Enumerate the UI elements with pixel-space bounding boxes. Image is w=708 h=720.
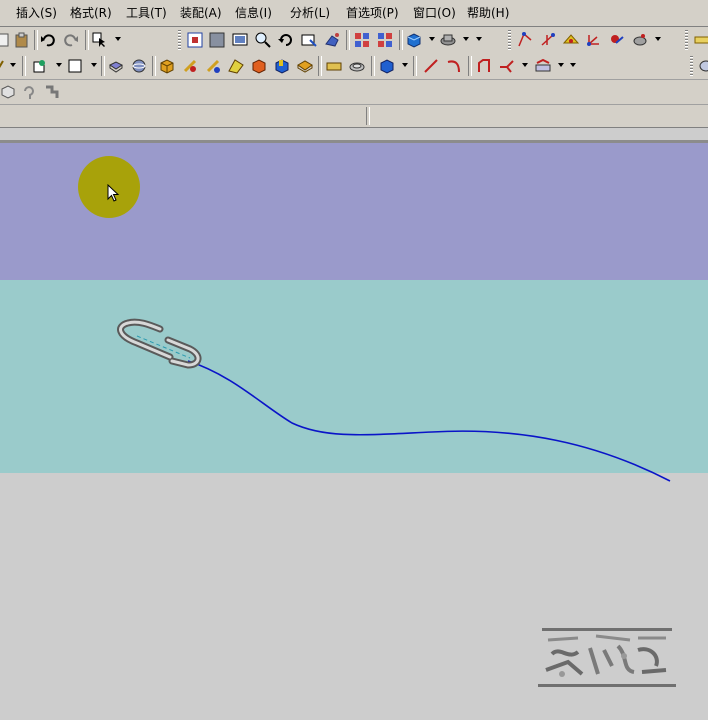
menu-format[interactable]: 格式(R) xyxy=(70,4,112,22)
layer-visibility-icon[interactable] xyxy=(352,30,372,50)
chevron-down-icon[interactable] xyxy=(91,63,97,67)
toolbar-separator xyxy=(371,56,375,76)
chevron-down-icon[interactable] xyxy=(429,37,435,41)
undo-icon[interactable] xyxy=(38,30,58,50)
reposition-icon[interactable] xyxy=(42,82,62,102)
extrude-icon[interactable] xyxy=(106,56,126,76)
graphics-viewport[interactable] xyxy=(0,140,708,720)
menu-preferences[interactable]: 首选项(P) xyxy=(346,4,399,22)
blend-icon[interactable] xyxy=(377,56,397,76)
chevron-down-icon[interactable] xyxy=(10,63,16,67)
render-style-icon[interactable] xyxy=(438,30,458,50)
refresh-icon[interactable] xyxy=(322,30,342,50)
redo-icon[interactable] xyxy=(61,30,81,50)
mouse-pointer-icon xyxy=(107,184,120,202)
show-hide-icon[interactable] xyxy=(375,30,395,50)
chevron-down-icon[interactable] xyxy=(558,63,564,67)
line-icon[interactable] xyxy=(421,56,441,76)
revolve-icon[interactable] xyxy=(129,56,149,76)
watermark-logo xyxy=(538,628,676,687)
shaded-cube-icon[interactable] xyxy=(404,30,424,50)
vector-constructor-icon[interactable] xyxy=(538,30,558,50)
menu-bar: 插入(S) 格式(R) 工具(T) 装配(A) 信息(I) 分析(L) 首选项(… xyxy=(0,0,708,27)
view-frame-icon[interactable] xyxy=(230,30,250,50)
standard-toolbar xyxy=(0,27,708,54)
chevron-down-icon[interactable] xyxy=(402,63,408,67)
toolbar-separator xyxy=(468,56,472,76)
measure-icon[interactable] xyxy=(692,30,708,50)
toolbar-separator xyxy=(101,56,105,76)
paste-icon[interactable] xyxy=(12,30,32,50)
toolbar-separator xyxy=(85,30,89,50)
pad-icon[interactable] xyxy=(324,56,344,76)
sphere-icon[interactable] xyxy=(226,56,246,76)
sketch-icon[interactable] xyxy=(30,56,50,76)
cue-divider xyxy=(366,107,370,125)
constraint-icon[interactable] xyxy=(20,82,40,102)
guide-curve[interactable] xyxy=(187,360,671,482)
toolbar-grip xyxy=(178,30,181,50)
pan-icon[interactable] xyxy=(299,30,319,50)
surface-icon[interactable] xyxy=(696,56,708,76)
csys-icon[interactable] xyxy=(584,30,604,50)
object-display-icon[interactable] xyxy=(607,30,627,50)
toolbar-separator xyxy=(22,56,26,76)
chevron-down-icon[interactable] xyxy=(570,63,576,67)
point-constructor-icon[interactable] xyxy=(515,30,535,50)
boss-icon[interactable] xyxy=(272,56,292,76)
fit-view-icon[interactable] xyxy=(185,30,205,50)
chevron-down-icon[interactable] xyxy=(522,63,528,67)
chevron-down-icon[interactable] xyxy=(476,37,482,41)
selection-filter-icon[interactable] xyxy=(90,30,110,50)
toolbar-separator xyxy=(399,30,403,50)
cone-icon[interactable] xyxy=(203,56,223,76)
feature-toolbar xyxy=(0,53,708,80)
toolbar-grip xyxy=(685,30,688,50)
menu-help[interactable]: 帮助(H) xyxy=(467,4,509,22)
chevron-down-icon[interactable] xyxy=(56,63,62,67)
toolbar-grip xyxy=(690,56,693,76)
toolbar-grip xyxy=(508,30,511,50)
menu-assemblies[interactable]: 装配(A) xyxy=(180,4,222,22)
cue-line xyxy=(0,105,708,128)
cylinder-icon[interactable] xyxy=(180,56,200,76)
chevron-down-icon[interactable] xyxy=(115,37,121,41)
assembly-toolbar xyxy=(0,80,708,105)
arc-icon[interactable] xyxy=(444,56,464,76)
pocket-icon[interactable] xyxy=(295,56,315,76)
rotate-icon[interactable] xyxy=(276,30,296,50)
menu-insert[interactable]: 插入(S) xyxy=(16,4,57,22)
zoom-icon[interactable] xyxy=(253,30,273,50)
toolbar-separator xyxy=(318,56,322,76)
plane-constructor-icon[interactable] xyxy=(561,30,581,50)
paperclip-part[interactable] xyxy=(117,318,202,369)
chamfer-icon[interactable] xyxy=(474,56,494,76)
menu-window[interactable]: 窗口(O) xyxy=(413,4,456,22)
edit-curve-icon[interactable] xyxy=(533,56,553,76)
chevron-down-icon[interactable] xyxy=(655,37,661,41)
hole-icon[interactable] xyxy=(249,56,269,76)
toolbar-separator xyxy=(346,30,350,50)
menu-tools[interactable]: 工具(T) xyxy=(126,4,167,22)
edit-object-icon[interactable] xyxy=(630,30,650,50)
menu-information[interactable]: 信息(I) xyxy=(235,4,272,22)
rectangle-icon[interactable] xyxy=(65,56,85,76)
slot-icon[interactable] xyxy=(347,56,367,76)
menu-analysis[interactable]: 分析(L) xyxy=(290,4,330,22)
block-icon[interactable] xyxy=(157,56,177,76)
toolbar-separator xyxy=(152,56,156,76)
trim-icon[interactable] xyxy=(497,56,517,76)
toolbar-separator xyxy=(413,56,417,76)
component-icon[interactable] xyxy=(0,82,18,102)
chevron-down-icon[interactable] xyxy=(463,37,469,41)
zoom-window-icon[interactable] xyxy=(207,30,227,50)
